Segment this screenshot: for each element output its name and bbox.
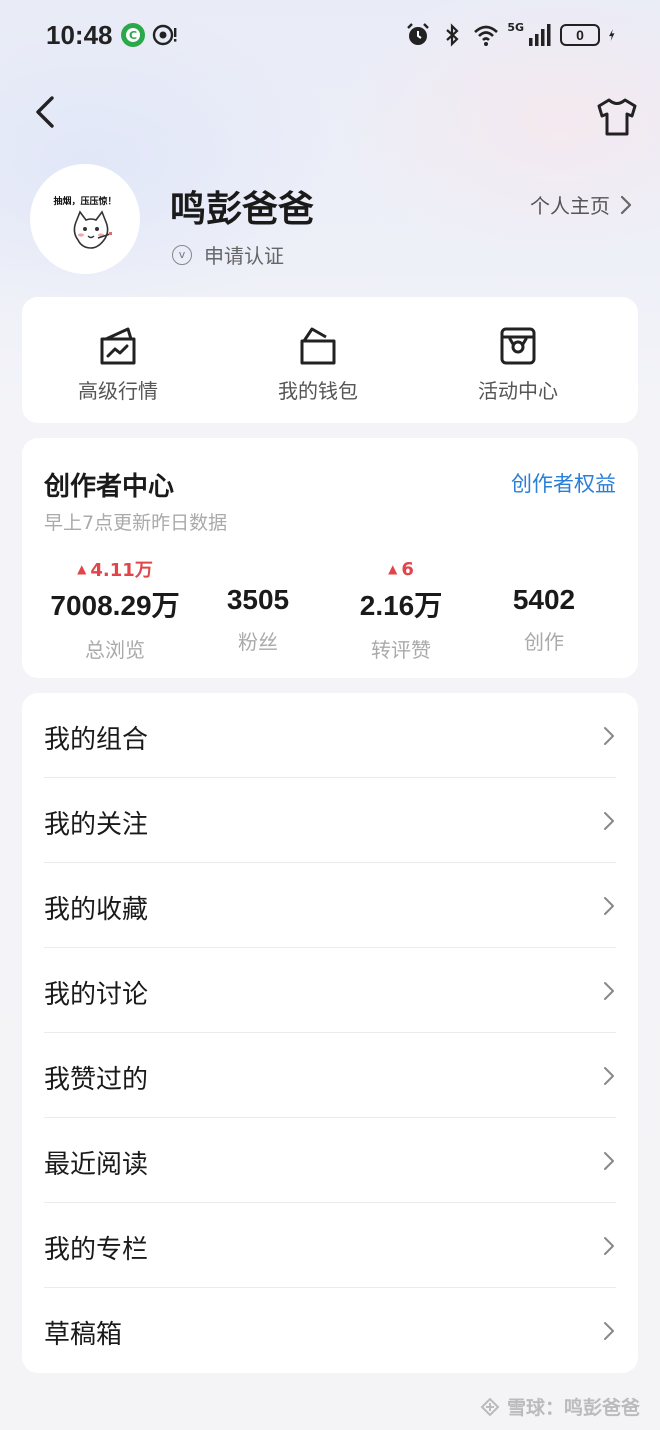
menu-item-my-discussions[interactable]: 我的讨论 [22, 948, 638, 1033]
charging-icon [609, 29, 615, 41]
username: 鸣彭爸爸 [170, 189, 315, 230]
personal-homepage-link[interactable]: 个人主页 [530, 190, 632, 219]
verified-badge-icon: v [172, 244, 192, 265]
shopping-bag-icon [500, 327, 536, 365]
stat-delta [183, 556, 333, 582]
apply-verification-link[interactable]: v 申请认证 [172, 240, 284, 269]
snowball-logo-icon [480, 1397, 500, 1416]
menu-item-my-portfolio[interactable]: 我的组合 [22, 693, 638, 778]
stat-label: 转评赞 [371, 638, 431, 662]
up-triangle-icon: ▲ [388, 562, 398, 576]
chevron-right-icon [604, 812, 614, 830]
menu-item-label: 我的组合 [44, 725, 149, 755]
chevron-right-icon [604, 897, 614, 915]
stat-value: 5402 [512, 584, 576, 615]
shortcut-advanced-quotes[interactable]: 高级行情 [22, 297, 222, 423]
shortcut-label: 活动中心 [478, 379, 558, 403]
stat-delta-value: 4.11万 [90, 560, 153, 581]
shortcut-card: 高级行情 我的钱包 活动中心 [22, 297, 638, 423]
watermark: 雪球：鸣彭爸爸 [479, 1393, 640, 1420]
menu-item-label: 我的收藏 [44, 895, 149, 925]
profile-header: 抽烟，压压惊！ 鸣彭爸爸 v 申请认证 个人主页 [0, 160, 660, 280]
chevron-right-icon [604, 1152, 614, 1170]
menu-item-drafts[interactable]: 草稿箱 [22, 1288, 638, 1373]
wallet-icon [300, 327, 336, 365]
watermark-text: 雪球：鸣彭爸爸 [506, 1397, 640, 1419]
chart-card-icon [100, 327, 136, 365]
creator-center-title: 创作者中心 [44, 472, 175, 502]
status-right-icons: 5G 0 [405, 20, 622, 48]
nav-bar [0, 84, 660, 140]
signal-icon [529, 24, 551, 46]
stat-followers[interactable]: 3505 粉丝 [183, 556, 333, 666]
up-triangle-icon: ▲ [77, 562, 87, 576]
status-time: 10:48 [46, 20, 113, 50]
menu-item-my-column[interactable]: 我的专栏 [22, 1203, 638, 1288]
hotspot-notification-icon [152, 24, 177, 46]
stat-delta [469, 556, 619, 582]
chevron-right-icon [604, 1067, 614, 1085]
homepage-label: 个人主页 [530, 194, 610, 218]
shortcut-label: 我的钱包 [278, 379, 358, 403]
verify-label: 申请认证 [204, 244, 284, 268]
status-bar: 10:48 C 5G 0 [0, 0, 660, 72]
avatar[interactable]: 抽烟，压压惊！ [30, 164, 140, 274]
chevron-right-icon [604, 1322, 614, 1340]
menu-item-label: 草稿箱 [44, 1320, 123, 1350]
stat-label: 粉丝 [238, 630, 278, 654]
chevron-right-icon [620, 195, 632, 214]
creator-center-card: 创作者中心 早上7点更新昨日数据 创作者权益 ▲ 4.11万 7008.29万 … [22, 438, 638, 678]
stat-creations[interactable]: 5402 创作 [469, 556, 619, 666]
stat-engagement[interactable]: ▲ 6 2.16万 转评赞 [326, 556, 476, 666]
stat-label: 总浏览 [85, 638, 145, 662]
avatar-caption: 抽烟，压压惊！ [53, 197, 117, 207]
wifi-icon [474, 25, 499, 46]
menu-item-liked[interactable]: 我赞过的 [22, 1033, 638, 1118]
menu-card: 我的组合 我的关注 我的收藏 我的讨论 我赞过的 最近阅读 我的专栏 草稿箱 [22, 693, 638, 1373]
tshirt-icon[interactable] [594, 94, 640, 140]
stat-value: 2.16万 [359, 590, 443, 621]
chevron-right-icon [604, 982, 614, 1000]
svg-text:C: C [129, 29, 137, 42]
shortcut-activity-center[interactable]: 活动中心 [422, 297, 622, 423]
stat-label: 创作 [524, 630, 564, 654]
app-notification-icon: C [121, 23, 145, 47]
shortcut-wallet[interactable]: 我的钱包 [222, 297, 422, 423]
chevron-right-icon [604, 1237, 614, 1255]
alarm-icon [407, 23, 430, 45]
creator-center-subtitle: 早上7点更新昨日数据 [44, 512, 228, 534]
menu-item-recent-reading[interactable]: 最近阅读 [22, 1118, 638, 1203]
menu-item-my-favorites[interactable]: 我的收藏 [22, 863, 638, 948]
stat-delta: ▲ 6 [326, 556, 476, 582]
battery-indicator: 0 [560, 24, 600, 46]
status-left-icons: C [120, 22, 178, 48]
network-type-label: 5G [507, 20, 524, 34]
chevron-right-icon [604, 727, 614, 745]
stat-total-views[interactable]: ▲ 4.11万 7008.29万 总浏览 [40, 556, 190, 666]
stat-value: 7008.29万 [50, 590, 180, 621]
shortcut-label: 高级行情 [78, 379, 158, 403]
stat-value: 3505 [226, 584, 290, 615]
bluetooth-icon [446, 23, 459, 47]
cartoon-cat-icon [73, 210, 112, 249]
back-arrow-icon[interactable] [28, 90, 68, 134]
stat-delta-value: 6 [401, 558, 414, 580]
menu-item-label: 最近阅读 [44, 1150, 149, 1180]
menu-item-label: 我的专栏 [44, 1235, 149, 1265]
menu-item-label: 我的关注 [44, 810, 149, 840]
menu-item-my-following[interactable]: 我的关注 [22, 778, 638, 863]
menu-item-label: 我赞过的 [44, 1065, 149, 1095]
stat-delta: ▲ 4.11万 [40, 556, 190, 582]
menu-item-label: 我的讨论 [44, 980, 149, 1010]
creator-benefits-link[interactable]: 创作者权益 [511, 468, 616, 498]
